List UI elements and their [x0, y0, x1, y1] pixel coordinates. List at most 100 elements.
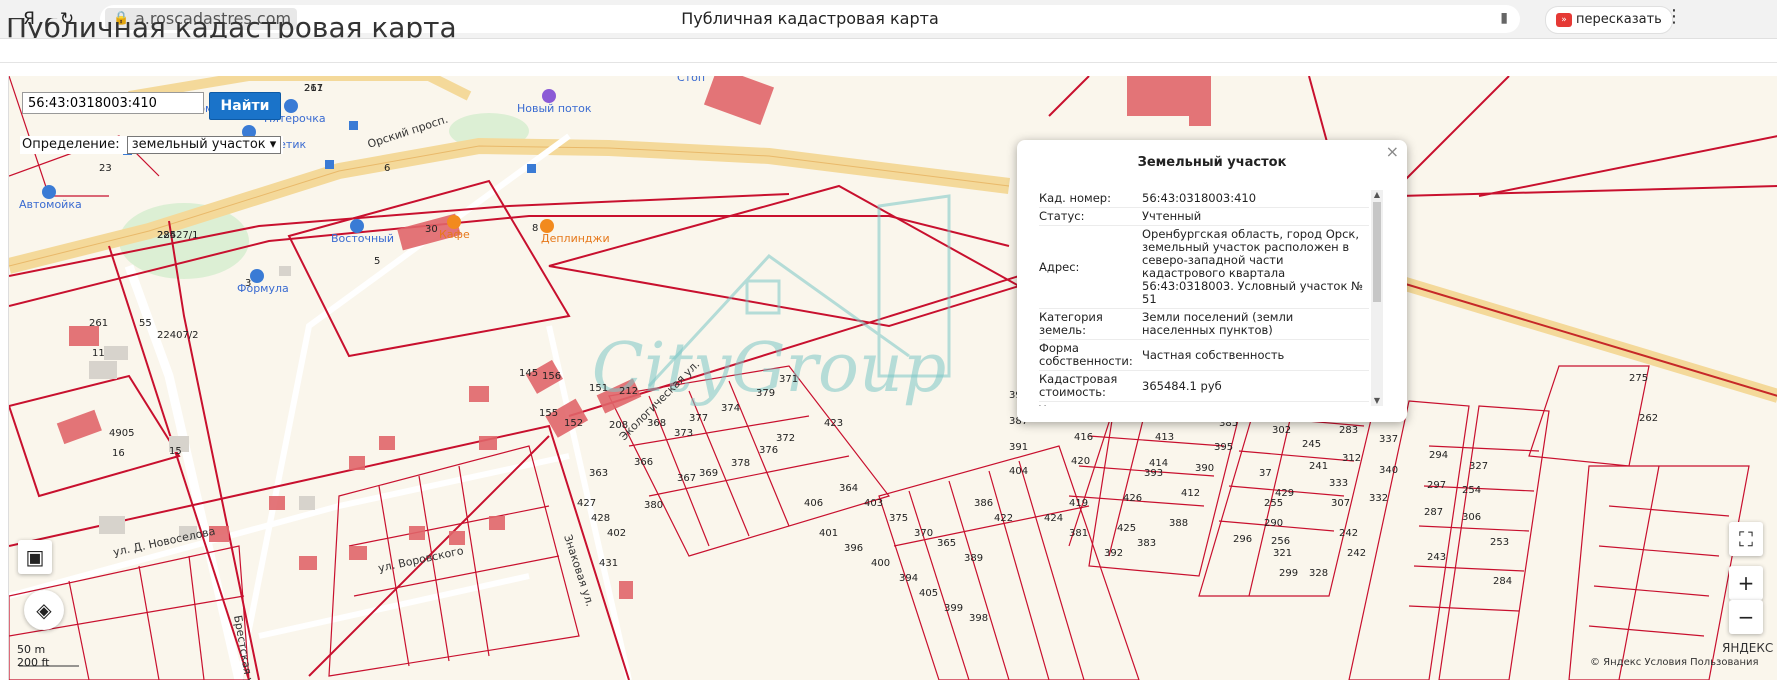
cafe-icon[interactable] — [447, 215, 461, 229]
parcel-number-label[interactable]: 156 — [542, 371, 561, 382]
scroll-thumb[interactable] — [1373, 202, 1381, 302]
parcel-number-label[interactable]: 283 — [1339, 425, 1358, 436]
parcel-number-label[interactable]: 11 — [92, 348, 105, 359]
parcel-number-label[interactable]: 389 — [964, 553, 983, 564]
parcel-number-label[interactable]: 243 — [1427, 552, 1446, 563]
parcel-number-label[interactable]: 327 — [1469, 461, 1488, 472]
parcel-number-label[interactable]: 241 — [1309, 461, 1328, 472]
scroll-up-icon[interactable]: ▲ — [1371, 190, 1383, 200]
parcel-number-label[interactable]: 381 — [1069, 528, 1088, 539]
parcel-number-label[interactable]: 392 — [1104, 548, 1123, 559]
parcel-number-label[interactable]: 284 — [1493, 576, 1512, 587]
parcel-number-label[interactable]: 396 — [844, 543, 863, 554]
shop-icon[interactable] — [350, 219, 364, 233]
parcel-number-label[interactable]: 425 — [1117, 523, 1136, 534]
parcel-number-label[interactable]: 299 — [1279, 568, 1298, 579]
cadastral-search-input[interactable] — [22, 92, 204, 114]
parcel-number-label[interactable]: 420 — [1071, 456, 1090, 467]
parcel-number-label[interactable]: 55 — [139, 318, 152, 329]
parcel-number-label[interactable]: 332 — [1369, 493, 1388, 504]
parcel-number-label[interactable]: 379 — [756, 388, 775, 399]
parcel-number-label[interactable]: 242 — [1339, 528, 1358, 539]
parcel-number-label[interactable]: 302 — [1272, 425, 1291, 436]
parcel-number-label[interactable]: 321 — [1273, 548, 1292, 559]
parcel-number-label[interactable]: 285 — [157, 230, 176, 241]
parcel-number-label[interactable]: 290 — [1264, 518, 1283, 529]
parcel-number-label[interactable]: 368 — [647, 418, 666, 429]
parcel-number-label[interactable]: 337 — [1379, 434, 1398, 445]
parcel-number-label[interactable]: 404 — [1009, 466, 1028, 477]
parcel-number-label[interactable]: 3 — [245, 278, 251, 289]
parcel-number-label[interactable]: 374 — [721, 403, 740, 414]
parcel-number-label[interactable]: 366 — [634, 457, 653, 468]
popup-scrollbar[interactable]: ▲ ▼ — [1371, 190, 1383, 406]
parcel-number-label[interactable]: 155 — [539, 408, 558, 419]
parcel-number-label[interactable]: 431 — [599, 558, 618, 569]
parcel-number-label[interactable]: 375 — [889, 513, 908, 524]
parcel-number-label[interactable]: 371 — [779, 374, 798, 385]
layers-button[interactable]: ◈ — [24, 590, 64, 630]
parcel-number-label[interactable]: 8 — [532, 223, 538, 234]
parcel-number-label[interactable]: 256 — [1271, 536, 1290, 547]
parcel-number-label[interactable]: 394 — [899, 573, 918, 584]
parcel-number-label[interactable]: 413 — [1155, 432, 1174, 443]
parcel-number-label[interactable]: 400 — [871, 558, 890, 569]
parcel-number-label[interactable]: 22407/2 — [157, 330, 199, 341]
parcel-number-label[interactable]: 262 — [1639, 413, 1658, 424]
parcel-number-label[interactable]: 261 — [89, 318, 108, 329]
parcel-number-label[interactable]: 386 — [974, 498, 993, 509]
parcel-number-label[interactable]: 30 — [425, 224, 438, 235]
parcel-number-label[interactable]: 419 — [1069, 498, 1088, 509]
parcel-number-label[interactable]: 373 — [674, 428, 693, 439]
parcel-number-label[interactable]: 4905 — [109, 428, 134, 439]
parcel-number-label[interactable]: 307 — [1331, 498, 1350, 509]
parcel-number-label[interactable]: 37 — [1259, 468, 1272, 479]
parcel-number-label[interactable]: 242 — [1347, 548, 1366, 559]
parcel-number-label[interactable]: 369 — [699, 468, 718, 479]
ruler-button[interactable]: ▣ — [18, 540, 52, 574]
parcel-number-label[interactable]: 367 — [677, 473, 696, 484]
parcel-number-label[interactable]: 275 — [1629, 373, 1648, 384]
bookmark-icon[interactable]: ▮ — [1500, 10, 1508, 26]
parcel-number-label[interactable]: 383 — [1137, 538, 1156, 549]
parcel-number-label[interactable]: 390 — [1195, 463, 1214, 474]
zoom-in-button[interactable]: + — [1729, 566, 1763, 600]
parcel-number-label[interactable]: 424 — [1044, 513, 1063, 524]
parcel-number-label[interactable]: 23 — [99, 163, 112, 174]
scroll-down-icon[interactable]: ▼ — [1371, 396, 1383, 406]
parcel-number-label[interactable]: 287 — [1424, 507, 1443, 518]
parcel-number-label[interactable]: 245 — [1302, 439, 1321, 450]
parcel-number-label[interactable]: 370 — [914, 528, 933, 539]
parcel-number-label[interactable]: 16 — [112, 448, 125, 459]
zoom-out-button[interactable]: − — [1729, 600, 1763, 634]
poi-icon[interactable] — [542, 89, 556, 103]
parcel-number-label[interactable]: 398 — [969, 613, 988, 624]
parcel-number-label[interactable]: 294 — [1429, 450, 1448, 461]
parcel-number-label[interactable]: 395 — [1214, 442, 1233, 453]
shop-icon[interactable] — [284, 99, 298, 113]
bus-stop-icon[interactable] — [325, 160, 334, 169]
parcel-number-label[interactable]: 151 — [589, 383, 608, 394]
map-canvas[interactable]: CityGroup Орский просп. Брестская ул. ул… — [8, 76, 1777, 680]
map-svg[interactable]: CityGroup Орский просп. Брестская ул. ул… — [9, 76, 1777, 680]
retell-button[interactable]: » пересказать — [1545, 6, 1673, 34]
parcel-number-label[interactable]: 412 — [1181, 488, 1200, 499]
parcel-number-label[interactable]: 402 — [607, 528, 626, 539]
parcel-number-label[interactable]: 328 — [1309, 568, 1328, 579]
parcel-number-label[interactable]: 376 — [759, 445, 778, 456]
parcel-number-label[interactable]: 15 — [169, 446, 182, 457]
parcel-number-label[interactable]: 401 — [819, 528, 838, 539]
parcel-number-label[interactable]: 426 — [1123, 493, 1142, 504]
parcel-number-label[interactable]: 261 — [304, 83, 323, 94]
menu-icon[interactable]: ⋮ — [1665, 6, 1683, 27]
parcel-number-label[interactable]: 208 — [609, 420, 628, 431]
parcel-number-label[interactable]: 428 — [591, 513, 610, 524]
parcel-number-label[interactable]: 393 — [1144, 468, 1163, 479]
parcel-number-label[interactable]: 391 — [1009, 442, 1028, 453]
parcel-number-label[interactable]: 406 — [804, 498, 823, 509]
parcel-number-label[interactable]: 254 — [1462, 485, 1481, 496]
parcel-number-label[interactable]: 416 — [1074, 432, 1093, 443]
parcel-number-label[interactable]: 306 — [1462, 512, 1481, 523]
parcel-number-label[interactable]: 372 — [776, 433, 795, 444]
parcel-number-label[interactable]: 312 — [1342, 453, 1361, 464]
